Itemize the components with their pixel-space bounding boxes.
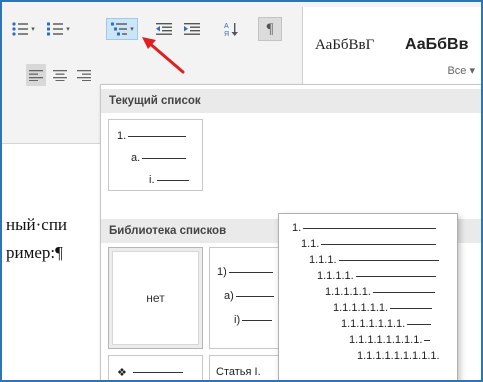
screenshot-frame: ▾ ▾ ▾ А Я ¶ АаБбВвГ АаБбВв Все ▾ ный·спи…: [0, 0, 483, 382]
annotation-arrow-icon: [142, 37, 185, 74]
